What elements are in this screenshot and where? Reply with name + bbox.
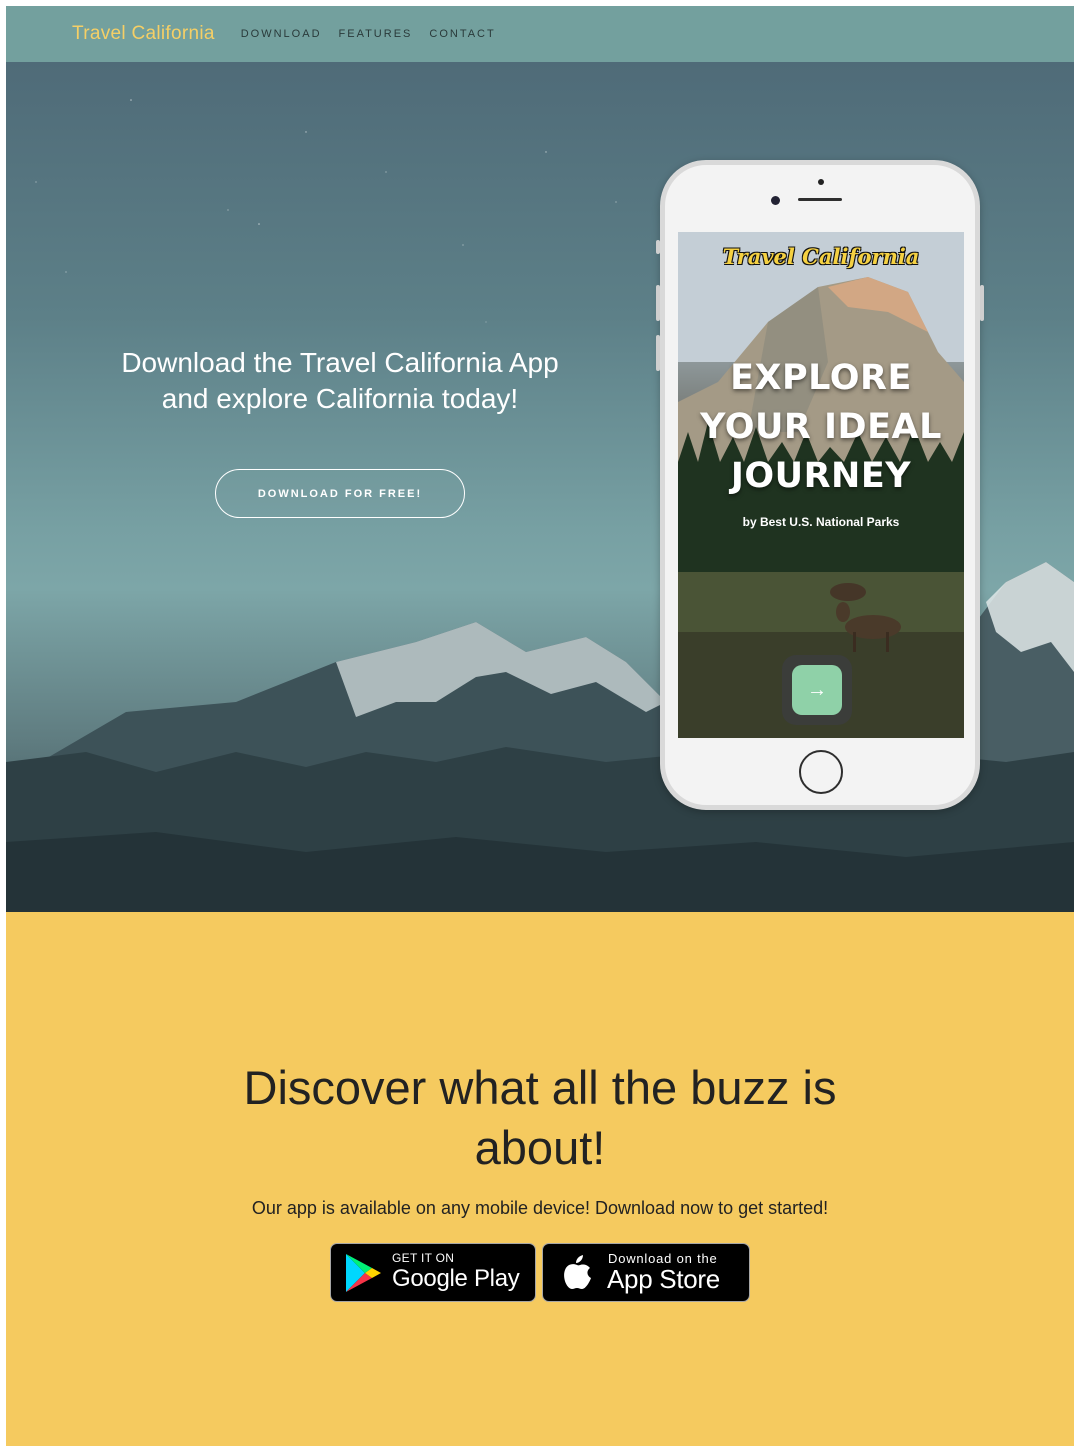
phone-mockup: Travel California EXPLORE YOUR IDEAL JOU… bbox=[656, 160, 984, 810]
app-subtitle: by Best U.S. National Parks bbox=[742, 515, 900, 529]
hero-heading-line2: and explore California today! bbox=[161, 383, 519, 414]
app-store-badge[interactable]: Download on the App Store bbox=[542, 1243, 750, 1302]
phone-camera bbox=[771, 196, 780, 205]
download-text: Our app is available on any mobile devic… bbox=[251, 1198, 829, 1218]
hero-heading: Download the Travel California App and e… bbox=[86, 345, 594, 417]
apple-icon bbox=[564, 1255, 591, 1289]
app-title-line2: YOUR IDEAL bbox=[700, 407, 942, 447]
app-store-big-text: App Store bbox=[607, 1264, 720, 1294]
hero-heading-line1: Download the Travel California App bbox=[121, 347, 559, 378]
phone-side-button bbox=[656, 240, 660, 254]
phone-side-button bbox=[656, 335, 660, 371]
phone-side-button bbox=[656, 285, 660, 321]
download-for-free-button[interactable]: DOWNLOAD FOR FREE! bbox=[215, 469, 465, 518]
hero-section: Download the Travel California App and e… bbox=[6, 62, 1074, 912]
app-title-line3: JOURNEY bbox=[730, 456, 912, 496]
google-play-big-text: Google Play bbox=[392, 1265, 520, 1292]
app-title: EXPLORE YOUR IDEAL JOURNEY bbox=[678, 354, 964, 501]
nav-link-features[interactable]: FEATURES bbox=[339, 28, 413, 40]
download-heading: Discover what all the buzz is about! bbox=[243, 1061, 837, 1174]
phone-sensor bbox=[818, 179, 824, 185]
google-play-badge[interactable]: GET IT ON Google Play bbox=[330, 1243, 536, 1302]
arrow-right-icon: → bbox=[792, 665, 842, 715]
phone-side-button bbox=[980, 285, 984, 321]
nav-link-contact[interactable]: CONTACT bbox=[429, 28, 495, 40]
app-title-line1: EXPLORE bbox=[730, 358, 912, 398]
app-next-button[interactable]: → bbox=[782, 655, 852, 725]
phone-home-button bbox=[799, 750, 843, 794]
nav-link-download[interactable]: DOWNLOAD bbox=[241, 28, 322, 40]
google-play-icon bbox=[346, 1254, 381, 1292]
phone-screen: Travel California EXPLORE YOUR IDEAL JOU… bbox=[678, 232, 964, 738]
app-logo: Travel California bbox=[722, 244, 920, 269]
phone-speaker bbox=[798, 198, 842, 201]
download-section: Discover what all the buzz is about! Our… bbox=[6, 912, 1074, 1446]
brand-link[interactable]: Travel California bbox=[72, 23, 215, 45]
google-play-small-text: GET IT ON bbox=[392, 1251, 455, 1265]
navbar: Travel California DOWNLOAD FEATURES CONT… bbox=[6, 6, 1074, 62]
page-frame: Travel California DOWNLOAD FEATURES CONT… bbox=[6, 6, 1074, 1446]
